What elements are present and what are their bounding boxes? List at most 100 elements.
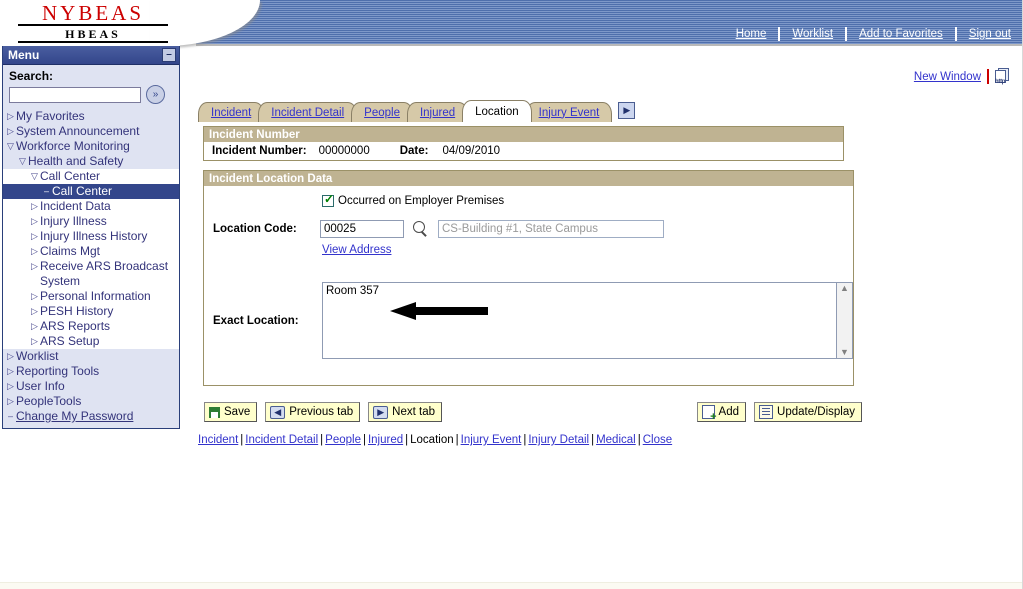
header-link-worklist[interactable]: Worklist — [780, 28, 845, 40]
menu-item-change-my-password[interactable]: – Change My Password — [3, 409, 179, 424]
add-button[interactable]: Add — [696, 402, 747, 422]
menu-item-receive-ars-broadcast-system[interactable]: ▷ Receive ARS Broadcast System — [3, 259, 179, 289]
previous-tab-button[interactable]: ◀ Previous tab — [265, 402, 361, 422]
chevron-right-icon: ▷ — [31, 306, 38, 316]
menu-item-label: PeopleTools — [16, 394, 82, 408]
new-window-link[interactable]: New Window — [914, 71, 981, 83]
menu-pagelet: Menu – Search: » ▷ My Favorites ▷ System An… — [2, 46, 180, 429]
annotation-arrow — [390, 302, 488, 320]
tab-incident-detail[interactable]: Incident Detail — [258, 102, 358, 122]
menu-body: Search: » ▷ My Favorites ▷ System Announcem… — [3, 65, 179, 428]
incident-number-panel: Incident Number Incident Number: 0000000… — [203, 126, 844, 161]
menu-title-label: Menu — [8, 48, 40, 62]
add-document-icon — [701, 405, 717, 422]
incident-number-value: 00000000 — [318, 145, 370, 157]
menu-item-reporting-tools[interactable]: ▷ Reporting Tools — [3, 364, 179, 379]
menu-item-label: User Info — [16, 379, 65, 393]
menu-item-peopletools[interactable]: ▷ PeopleTools — [3, 394, 179, 409]
chevron-right-icon: ▷ — [31, 321, 38, 331]
footer-link-close[interactable]: Close — [643, 434, 672, 446]
menu-item-my-favorites[interactable]: ▷ My Favorites — [3, 109, 179, 124]
menu-item-call-center[interactable]: – Call Center — [3, 184, 179, 199]
nybeas-logo: NYBEAS HBEAS — [18, 2, 168, 43]
menu-tree: ▷ My Favorites ▷ System Announcement ▽ Workfo… — [3, 108, 179, 424]
exact-location-scrollbar[interactable]: ▲ ▼ — [837, 282, 853, 359]
menu-item-call-center[interactable]: ▽ Call Center — [3, 169, 179, 184]
new-window-area: New Window http — [914, 68, 1011, 85]
employer-premises-row: ✓ Occurred on Employer Premises — [322, 193, 853, 207]
dash-icon: – — [7, 411, 13, 421]
chevron-right-icon: ▷ — [31, 336, 38, 346]
footer-link-injured[interactable]: Injured — [368, 434, 403, 446]
incident-number-label: Incident Number: — [212, 145, 307, 157]
footer-link-injury-detail[interactable]: Injury Detail — [528, 434, 589, 446]
menu-item-ars-setup[interactable]: ▷ ARS Setup — [3, 334, 179, 349]
footer-link-incident-detail[interactable]: Incident Detail — [245, 434, 318, 446]
tab-incident[interactable]: Incident — [198, 102, 265, 122]
search-row: » — [3, 85, 179, 108]
header-link-add-to-favorites[interactable]: Add to Favorites — [847, 28, 955, 40]
arrow-left-icon: ◀ — [270, 405, 286, 419]
menu-item-label: Personal Information — [40, 289, 151, 303]
search-input[interactable] — [9, 86, 141, 103]
view-address-link[interactable]: View Address — [322, 244, 391, 256]
add-button-label: Add — [718, 406, 740, 418]
menu-item-pesh-history[interactable]: ▷ PESH History — [3, 304, 179, 319]
menu-item-health-and-safety[interactable]: ▽ Health and Safety — [3, 154, 179, 169]
menu-item-worklist[interactable]: ▷ Worklist — [3, 349, 179, 364]
location-code-input[interactable] — [320, 220, 404, 238]
tab-next-arrow-icon[interactable]: ▶ — [618, 101, 636, 119]
menu-item-personal-information[interactable]: ▷ Personal Information — [3, 289, 179, 304]
footer-link-people[interactable]: People — [325, 434, 361, 446]
menu-item-label: System Announcement — [16, 124, 140, 138]
header-link-home[interactable]: Home — [724, 28, 779, 40]
chevron-right-icon: ▷ — [7, 396, 14, 406]
scroll-down-icon[interactable]: ▼ — [840, 348, 849, 357]
chevron-right-icon: ▷ — [7, 381, 14, 391]
menu-item-label: Claims Mgt — [40, 244, 101, 258]
magnifier-icon[interactable] — [411, 220, 429, 238]
footer-link-medical[interactable]: Medical — [596, 434, 636, 446]
double-chevron-right-icon[interactable]: » — [146, 85, 165, 104]
chevron-right-icon: ▷ — [31, 246, 38, 256]
header-link-sign-out[interactable]: Sign out — [957, 28, 1023, 40]
menu-item-label: Reporting Tools — [16, 364, 100, 378]
tab-injured[interactable]: Injured — [406, 102, 469, 122]
menu-item-label: Health and Safety — [28, 154, 124, 168]
menu-item-label: PESH History — [40, 304, 114, 318]
menu-item-incident-data[interactable]: ▷ Incident Data — [3, 199, 179, 214]
footer-link-incident[interactable]: Incident — [198, 434, 238, 446]
tab-people[interactable]: People — [351, 102, 413, 122]
menu-item-system-announcement[interactable]: ▷ System Announcement — [3, 124, 179, 139]
occurred-on-employer-premises-checkbox[interactable]: ✓ — [322, 193, 334, 207]
scroll-up-icon[interactable]: ▲ — [840, 284, 849, 293]
menu-item-workforce-monitoring[interactable]: ▽ Workforce Monitoring — [3, 139, 179, 154]
chevron-right-icon: ▷ — [31, 231, 38, 241]
update-display-button[interactable]: Update/Display — [754, 402, 862, 422]
next-tab-button[interactable]: ▶ Next tab — [368, 402, 442, 422]
menu-item-claims-mgt[interactable]: ▷ Claims Mgt — [3, 244, 179, 259]
incident-location-data-panel: Incident Location Data ✓ Occurred on Emp… — [203, 170, 854, 386]
tab-label: Incident Detail — [271, 106, 345, 119]
chevron-right-icon: ▷ — [7, 111, 14, 121]
save-button[interactable]: Save — [204, 402, 258, 422]
footer-link-injury-event[interactable]: Injury Event — [461, 434, 522, 446]
menu-item-injury-illness-history[interactable]: ▷ Injury Illness History — [3, 229, 179, 244]
chevron-right-icon: ▷ — [7, 126, 14, 136]
menu-item-injury-illness[interactable]: ▷ Injury Illness — [3, 214, 179, 229]
occurred-on-employer-premises-label: Occurred on Employer Premises — [338, 195, 505, 207]
menu-item-label: Call Center — [40, 169, 101, 183]
menu-item-label: Injury Illness History — [40, 229, 148, 243]
location-code-row: Location Code: — [204, 220, 853, 238]
minimize-icon[interactable]: – — [162, 48, 176, 62]
incident-location-panel-header: Incident Location Data — [204, 171, 853, 186]
logo-primary-text: NYBEAS — [18, 2, 168, 26]
tab-injury-event[interactable]: Injury Event — [525, 102, 613, 122]
http-document-icon[interactable]: http — [995, 68, 1011, 85]
incident-number-row: Incident Number: 00000000 Date: 04/09/20… — [204, 142, 843, 160]
application-page: NYBEAS HBEAS Home Worklist Add to Favori… — [0, 0, 1023, 589]
arrow-right-icon: ▶ — [373, 405, 389, 419]
tab-location[interactable]: Location — [462, 100, 532, 122]
menu-item-ars-reports[interactable]: ▷ ARS Reports — [3, 319, 179, 334]
menu-item-user-info[interactable]: ▷ User Info — [3, 379, 179, 394]
